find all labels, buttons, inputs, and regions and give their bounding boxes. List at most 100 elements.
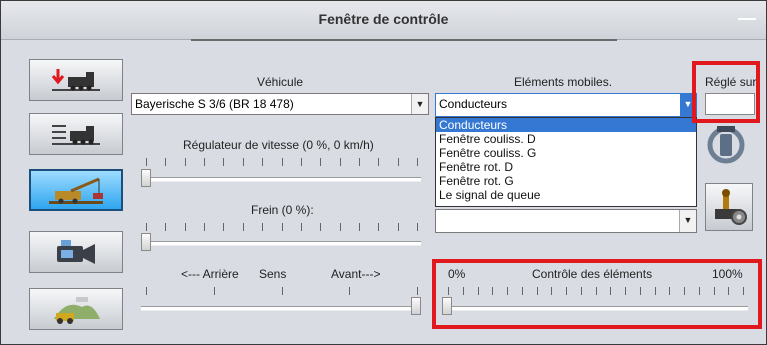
moving-elements-selected-value: Conducteurs [439, 97, 508, 111]
slider-tick [378, 158, 379, 166]
element-control-label: Contrôle des éléments [532, 267, 653, 281]
dropdown-option[interactable]: Fenêtre couliss. G [436, 146, 696, 160]
element-settings-button[interactable] [705, 183, 753, 231]
chevron-down-icon[interactable]: ▼ [411, 94, 428, 114]
slider-tick [463, 287, 464, 295]
scenery-button[interactable] [29, 288, 123, 330]
slider-tick [714, 287, 715, 295]
slider-tick [398, 223, 399, 231]
chevron-down-icon[interactable]: ▼ [679, 210, 696, 232]
control-window: Fenêtre de contrôle — Véhicule Bayerisch… [0, 0, 767, 345]
minimize-button[interactable]: — [737, 9, 757, 27]
brake-slider-track[interactable] [141, 241, 421, 246]
secondary-element-select[interactable]: ▼ [435, 209, 697, 233]
slider-tick [146, 158, 147, 166]
speed-ticks [146, 158, 418, 168]
slider-tick [522, 287, 523, 295]
slider-tick [581, 287, 582, 295]
moving-elements-select[interactable]: Conducteurs ▼ [435, 93, 697, 117]
slider-tick [185, 158, 186, 166]
dropdown-option[interactable]: Fenêtre couliss. D [436, 132, 696, 146]
slider-tick [301, 223, 302, 231]
slider-tick [204, 158, 205, 166]
slider-tick [596, 287, 597, 295]
slider-tick [146, 287, 147, 295]
slider-tick [417, 223, 418, 231]
slider-tick [537, 287, 538, 295]
slider-tick [282, 158, 283, 166]
slider-tick [146, 223, 147, 231]
set-to-label: Réglé sur [705, 75, 757, 89]
direction-back-label: <--- Arrière [181, 267, 239, 281]
rotate-camera-icon [707, 126, 745, 164]
slider-tick [640, 287, 641, 295]
speed-slider-track[interactable] [141, 177, 421, 182]
train-delete-button[interactable] [29, 59, 123, 101]
slider-tick [320, 223, 321, 231]
dropdown-option[interactable]: Fenêtre rot. G [436, 174, 696, 188]
slider-tick [669, 287, 670, 295]
camera-icon [57, 240, 95, 264]
direction-forward-label: Avant---> [331, 267, 381, 281]
slider-tick [743, 287, 744, 295]
slider-tick [728, 287, 729, 295]
element-control-slider-thumb[interactable] [442, 297, 452, 315]
vehicle-select[interactable]: Bayerische S 3/6 (BR 18 478) ▼ [131, 93, 429, 115]
brake-slider-thumb[interactable] [141, 233, 151, 251]
slider-tick [566, 287, 567, 295]
set-to-input[interactable] [705, 93, 755, 115]
train-list-icon [52, 125, 100, 145]
train-list-button[interactable] [29, 113, 123, 155]
slider-tick [340, 158, 341, 166]
moving-elements-dropdown-list[interactable]: Conducteurs Fenêtre couliss. D Fenêtre c… [435, 117, 697, 207]
slider-tick [340, 223, 341, 231]
dropdown-option[interactable]: Conducteurs [436, 118, 696, 132]
direction-slider-thumb[interactable] [411, 297, 421, 315]
rotate-camera-button[interactable] [706, 121, 746, 169]
element-control-max-label: 100% [712, 267, 743, 281]
brake-label: Frein (0 %): [251, 203, 314, 217]
slider-tick [243, 158, 244, 166]
slider-tick [417, 158, 418, 166]
slider-tick [185, 223, 186, 231]
slider-tick [359, 223, 360, 231]
slider-tick [417, 287, 418, 295]
slider-tick [655, 287, 656, 295]
element-settings-icon [715, 189, 747, 225]
direction-ticks [146, 287, 418, 297]
camera-button[interactable] [29, 231, 123, 273]
slider-tick [398, 158, 399, 166]
speed-slider-thumb[interactable] [141, 169, 151, 187]
direction-slider-track[interactable] [141, 306, 421, 311]
speed-label: Régulateur de vitesse (0 %, 0 km/h) [183, 138, 374, 152]
slider-tick [610, 287, 611, 295]
slider-tick [448, 287, 449, 295]
title-bar: Fenêtre de contrôle — [1, 1, 766, 40]
dropdown-option[interactable]: Le signal de queue [436, 188, 696, 202]
slider-tick [359, 158, 360, 166]
slider-tick [223, 223, 224, 231]
element-control-slider-track[interactable] [442, 306, 748, 311]
window-title: Fenêtre de contrôle [318, 11, 449, 27]
slider-tick [282, 287, 283, 295]
crane-button[interactable] [29, 169, 123, 211]
train-delete-icon [51, 69, 100, 91]
vehicle-label: Véhicule [257, 75, 304, 89]
slider-tick [262, 158, 263, 166]
scenery-icon [54, 297, 100, 324]
direction-sens-label: Sens [259, 267, 287, 281]
slider-tick [262, 223, 263, 231]
moving-elements-label: Eléments mobiles. [514, 75, 613, 89]
slider-tick [320, 158, 321, 166]
slider-tick [699, 287, 700, 295]
brake-ticks [146, 223, 418, 233]
slider-tick [165, 223, 166, 231]
element-control-ticks [448, 287, 744, 297]
slider-tick [223, 158, 224, 166]
slider-tick [204, 223, 205, 231]
dropdown-option[interactable]: Fenêtre rot. D [436, 160, 696, 174]
crane-icon [49, 177, 103, 204]
slider-tick [282, 223, 283, 231]
slider-tick [507, 287, 508, 295]
slider-tick [625, 287, 626, 295]
